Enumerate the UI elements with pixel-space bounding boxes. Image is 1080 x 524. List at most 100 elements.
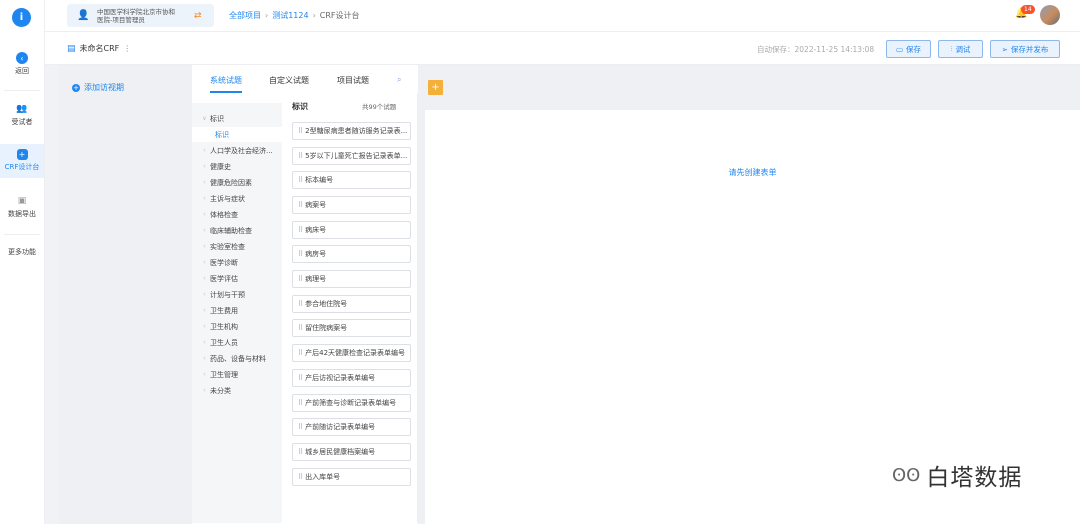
field-item[interactable]: ⠿ 病房号 xyxy=(292,245,411,263)
rail-crf-design[interactable]: + CRF设计台 xyxy=(0,144,44,178)
rail-back[interactable]: ‹ 返回 xyxy=(0,52,44,76)
add-form-button[interactable]: + xyxy=(428,80,443,95)
org-name: 中国医学科学院北京市协和 医院-项目管理员 xyxy=(97,8,177,24)
drag-handle-icon[interactable]: ⠿ xyxy=(298,201,303,209)
tab-system[interactable]: 系统试题 xyxy=(210,75,242,86)
category-item[interactable]: › 卫生机构 xyxy=(192,319,282,334)
field-item[interactable]: ⠿ 产前筛查与诊断记录表单编号 xyxy=(292,394,411,412)
drag-handle-icon[interactable]: ⠿ xyxy=(298,226,303,234)
field-item[interactable]: ⠿ 留住院病案号 xyxy=(292,319,411,337)
category-subitem[interactable]: 标识 xyxy=(192,127,282,142)
category-label: 未分类 xyxy=(210,386,231,395)
autosave-status: 自动保存：2022-11-25 14:13:08 xyxy=(757,45,875,54)
category-item[interactable]: › 实验室检查 xyxy=(192,239,282,254)
category-item[interactable]: › 卫生管理 xyxy=(192,367,282,382)
field-item[interactable]: ⠿ 产后访视记录表单编号 xyxy=(292,369,411,387)
field-label: 产前随访记录表单编号 xyxy=(305,423,376,431)
field-label: 病床号 xyxy=(305,226,327,234)
app-logo[interactable]: i xyxy=(12,8,31,27)
field-count: 共99个试题 xyxy=(362,103,397,111)
field-item[interactable]: ⠿ 产后42天健康检查记录表单编号 xyxy=(292,344,411,362)
field-list: 标识 共99个试题 ⠿ 2型糖尿病患者随访服务记录表... ⠿ 5岁以下儿童死亡报告… xyxy=(282,93,418,523)
rail-export[interactable]: ▣ 数据导出 xyxy=(0,194,44,219)
category-item[interactable]: › 卫生人员 xyxy=(192,335,282,350)
tab-project[interactable]: 项目试题 xyxy=(337,75,369,86)
category-item[interactable]: › 医学诊断 xyxy=(192,255,282,270)
save-icon: ▭ xyxy=(895,44,904,54)
rail-more-label: 更多功能 xyxy=(8,248,36,256)
category-item[interactable]: › 人口学及社会经济... xyxy=(192,143,282,158)
field-item[interactable]: ⠿ 病理号 xyxy=(292,270,411,288)
drag-handle-icon[interactable]: ⠿ xyxy=(298,250,303,258)
drag-handle-icon[interactable]: ⠿ xyxy=(298,423,303,431)
breadcrumb-all-projects[interactable]: 全部项目 xyxy=(229,10,261,21)
drag-handle-icon[interactable]: ⠿ xyxy=(298,324,303,332)
send-icon: ➢ xyxy=(1001,44,1008,54)
debug-icon: ⫶ xyxy=(950,44,953,53)
more-icon[interactable]: ⋮ xyxy=(123,44,131,53)
org-switcher[interactable]: 👤 中国医学科学院北京市协和 医院-项目管理员 ⇄ xyxy=(67,4,214,27)
category-item[interactable]: › 健康危险因素 xyxy=(192,175,282,190)
category-item[interactable]: › 医学评估 xyxy=(192,271,282,286)
breadcrumb-project[interactable]: 测试1124 xyxy=(272,10,308,21)
field-item[interactable]: ⠿ 2型糖尿病患者随访服务记录表... xyxy=(292,122,411,140)
category-item[interactable]: › 主诉与症状 xyxy=(192,191,282,206)
category-item[interactable]: › 体格检查 xyxy=(192,207,282,222)
drag-handle-icon[interactable]: ⠿ xyxy=(298,349,303,357)
drag-handle-icon[interactable]: ⠿ xyxy=(298,473,303,481)
field-item[interactable]: ⠿ 病床号 xyxy=(292,221,411,239)
field-item[interactable]: ⠿ 出入库单号 xyxy=(292,468,411,486)
category-list: ∨ 标识 标识 › 人口学及社会经济... › 健康史 › 健康危险因素 › 主诉与症状 … xyxy=(192,103,282,523)
search-icon[interactable]: ⌕ xyxy=(397,75,401,85)
left-rail: i ‹ 返回 👥 受试者 + CRF设计台 ▣ 数据导出 更多功能 xyxy=(0,0,45,524)
field-item[interactable]: ⠿ 城乡居民健康档案编号 xyxy=(292,443,411,461)
save-button[interactable]: ▭ 保存 xyxy=(886,40,931,58)
org-line2: 医院-项目管理员 xyxy=(97,15,145,24)
drag-handle-icon[interactable]: ⠿ xyxy=(298,374,303,382)
publish-label: 保存并发布 xyxy=(1010,44,1049,54)
chevron-right-icon: › xyxy=(203,259,206,266)
drag-handle-icon[interactable]: ⠿ xyxy=(298,176,303,184)
empty-canvas-hint[interactable]: 请先创建表单 xyxy=(425,167,1080,178)
field-item[interactable]: ⠿ 5岁以下儿童死亡报告记录表单... xyxy=(292,147,411,165)
wechat-icon: ʘʘ xyxy=(892,464,921,486)
rail-export-label: 数据导出 xyxy=(8,210,36,218)
drag-handle-icon[interactable]: ⠿ xyxy=(298,448,303,456)
category-label: 主诉与症状 xyxy=(210,194,245,203)
debug-button[interactable]: ⫶ 调试 xyxy=(938,40,983,58)
drag-handle-icon[interactable]: ⠿ xyxy=(298,275,303,283)
avatar[interactable] xyxy=(1040,5,1060,25)
drag-handle-icon[interactable]: ⠿ xyxy=(298,399,303,407)
category-label: 临床辅助检查 xyxy=(210,226,252,235)
org-line1: 中国医学科学院北京市协和 xyxy=(97,7,175,16)
drag-handle-icon[interactable]: ⠿ xyxy=(298,300,303,308)
rail-subjects[interactable]: 👥 受试者 xyxy=(0,102,44,127)
chevron-right-icon: › xyxy=(203,339,206,346)
category-item[interactable]: › 药品、设备与材料 xyxy=(192,351,282,366)
field-item[interactable]: ⠿ 参合地住院号 xyxy=(292,295,411,313)
category-label: 标识 xyxy=(210,114,224,123)
category-item[interactable]: ∨ 标识 xyxy=(192,111,282,126)
category-item[interactable]: › 健康史 xyxy=(192,159,282,174)
question-library: 系统试题 自定义试题 项目试题 ⌕ ∨ 标识 标识 › 人口学及社会经济... › 健… xyxy=(192,65,418,524)
add-visit-button[interactable]: + 添加访视期 xyxy=(72,82,124,93)
tab-custom[interactable]: 自定义试题 xyxy=(269,75,309,86)
category-item[interactable]: › 计划与干预 xyxy=(192,287,282,302)
field-item[interactable]: ⠿ 病案号 xyxy=(292,196,411,214)
design-canvas-area: + 请先创建表单 xyxy=(418,65,1080,524)
add-visit-label: 添加访视期 xyxy=(84,83,124,92)
field-item[interactable]: ⠿ 产前随访记录表单编号 xyxy=(292,418,411,436)
category-item[interactable]: › 未分类 xyxy=(192,383,282,398)
category-label: 医学评估 xyxy=(210,274,238,283)
drag-handle-icon[interactable]: ⠿ xyxy=(298,152,303,160)
crf-title[interactable]: ▤ 未命名CRF ⋮ xyxy=(67,43,131,54)
category-item[interactable]: › 卫生费用 xyxy=(192,303,282,318)
rail-more[interactable]: 更多功能 xyxy=(0,247,44,257)
save-publish-button[interactable]: ➢ 保存并发布 xyxy=(990,40,1060,58)
chevron-right-icon: › xyxy=(203,307,206,314)
switch-icon[interactable]: ⇄ xyxy=(194,11,202,21)
drag-handle-icon[interactable]: ⠿ xyxy=(298,127,303,135)
field-item[interactable]: ⠿ 标本编号 xyxy=(292,171,411,189)
category-item[interactable]: › 临床辅助检查 xyxy=(192,223,282,238)
category-label: 人口学及社会经济... xyxy=(210,146,273,155)
